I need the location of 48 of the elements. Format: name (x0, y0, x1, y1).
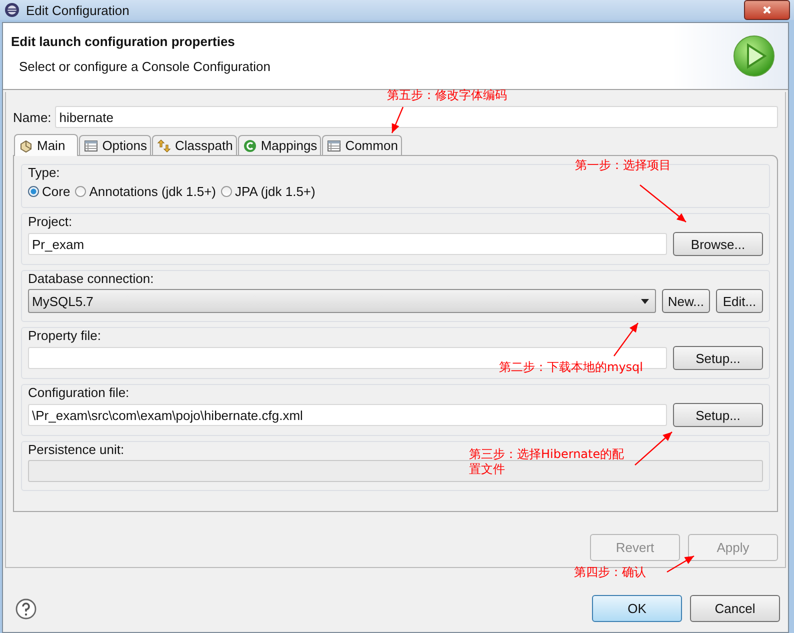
annotation-text: 第三步：选择Hibernate的配置文件 (469, 447, 626, 477)
annotation-arrow (614, 322, 638, 356)
dialog-button[interactable]: OK (592, 595, 682, 622)
radio-option[interactable]: JPA (jdk 1.5+) (221, 184, 316, 199)
annotation-text: 第四步：确认 (574, 565, 647, 580)
action-button[interactable]: New... (662, 289, 710, 313)
annotation-arrow (640, 184, 686, 222)
tab[interactable]: Common (322, 135, 402, 155)
group-label: Project: (28, 214, 72, 229)
annotation-text: 第五步：修改字体编码 (387, 88, 508, 103)
annotation-arrow (666, 555, 694, 573)
tab[interactable]: Options (79, 135, 151, 155)
annotation-text: 第一步：选择项目 (575, 158, 672, 173)
group-label: Configuration file: (28, 385, 130, 400)
group-label: Type: (28, 165, 60, 180)
text-field[interactable]: \Pr_exam\src\com\exam\pojo\hibernate.cfg.xml (28, 404, 667, 426)
name-label: Name: (13, 110, 52, 124)
text-field[interactable]: Pr_exam (28, 233, 667, 255)
tab[interactable]: Mappings (238, 135, 322, 155)
dropdown-caret-icon (640, 298, 649, 304)
arrows-icon (157, 138, 171, 152)
action-button[interactable]: Setup... (673, 403, 763, 427)
name-field[interactable]: hibernate (55, 106, 778, 128)
badge-icon (242, 138, 257, 152)
dialog-subtitle: Select or configure a Console Configuration (18, 59, 272, 74)
group-label: Database connection: (28, 271, 154, 286)
dialog-heading: Edit launch configuration properties (11, 34, 236, 49)
close-button[interactable] (744, 0, 790, 20)
tab[interactable]: Classpath (152, 135, 237, 155)
dialog-button[interactable]: Cancel (690, 595, 780, 622)
annotation-arrow (391, 106, 404, 134)
play-icon (732, 34, 776, 78)
action-button[interactable]: Browse... (673, 232, 763, 256)
tab[interactable]: Main (14, 134, 78, 156)
action-button[interactable]: Setup... (673, 346, 763, 370)
group-label: Persistence unit: (28, 442, 124, 457)
table-icon (84, 138, 98, 152)
database-dropdown[interactable]: MySQL5.7 (28, 289, 656, 313)
radio-option[interactable]: Annotations (jdk 1.5+) (75, 184, 216, 199)
help-icon[interactable] (15, 598, 37, 620)
annotation-arrow (634, 432, 672, 466)
radio-option[interactable]: Core (28, 184, 70, 199)
close-icon (762, 5, 772, 15)
table-icon (327, 138, 342, 152)
group-label: Property file: (28, 328, 101, 343)
window-title: Edit Configuration (26, 2, 130, 18)
annotation-text: 第二步：下载本地的mysql (499, 360, 644, 375)
action-button[interactable]: Edit... (716, 289, 763, 313)
